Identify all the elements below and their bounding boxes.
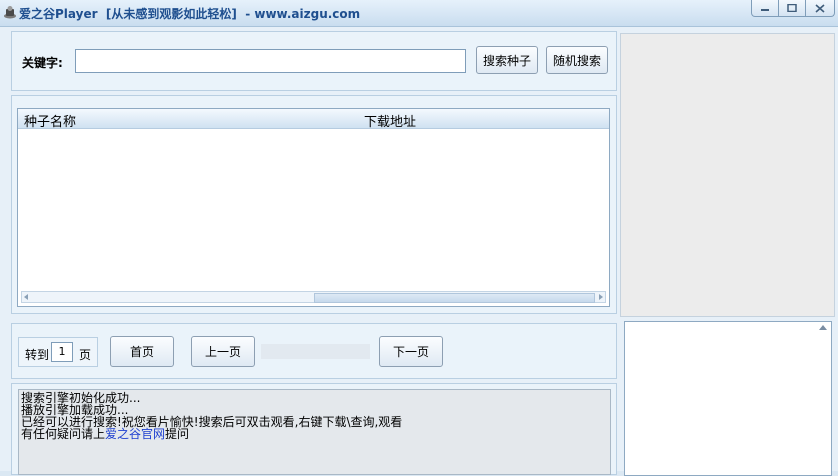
results-header: 种子名称 下载地址 (18, 109, 609, 130)
log-panel: 搜索引擎初始化成功... 播放引擎加载成功... 已经可以进行搜索!祝您看片愉快… (11, 383, 617, 475)
next-page-button[interactable]: 下一页 (379, 336, 443, 367)
close-button[interactable] (805, 0, 835, 17)
log-line-4-prefix: 有任何疑问请上 (21, 427, 106, 441)
log-line-4: 有任何疑问请上爱之谷官网提问 (21, 428, 189, 440)
player-app-icon (4, 6, 16, 19)
maximize-icon (787, 4, 797, 12)
maximize-button[interactable] (778, 0, 806, 17)
minimize-button[interactable] (751, 0, 779, 17)
page-number-input[interactable]: 1 (51, 342, 73, 362)
random-search-button[interactable]: 随机搜索 (546, 46, 608, 74)
info-textbox[interactable] (624, 321, 832, 476)
main-area: 关键字: 搜索种子 随机搜索 种子名称 下载地址 转到 1 页 首页 上一页 下… (0, 27, 838, 476)
close-icon (815, 3, 825, 13)
keyword-label: 关键字: (22, 56, 63, 70)
search-panel: 关键字: 搜索种子 随机搜索 (11, 31, 617, 91)
scroll-left-icon[interactable] (24, 294, 28, 300)
column-download-url[interactable]: 下载地址 (364, 111, 416, 130)
keyword-input[interactable] (75, 49, 466, 73)
minimize-icon (761, 9, 769, 11)
first-page-button[interactable]: 首页 (110, 336, 174, 367)
log-line-4-suffix: 提问 (165, 427, 190, 441)
scrollbar-thumb[interactable] (314, 293, 595, 303)
log-textbox[interactable]: 搜索引擎初始化成功... 播放引擎加载成功... 已经可以进行搜索!祝您看片愉快… (18, 389, 611, 475)
player-preview-area (620, 33, 835, 317)
prev-page-button[interactable]: 上一页 (191, 336, 255, 367)
progress-bar (261, 344, 370, 359)
horizontal-scrollbar[interactable] (21, 291, 606, 303)
results-list[interactable]: 种子名称 下载地址 (17, 108, 610, 307)
column-seed-name[interactable]: 种子名称 (24, 111, 76, 130)
window-title: 爱之谷Player [从未感到观影如此轻松] - www.aizgu.com (19, 7, 361, 21)
search-seed-button[interactable]: 搜索种子 (476, 46, 538, 74)
results-panel: 种子名称 下载地址 (11, 95, 617, 314)
goto-label: 转到 (25, 348, 50, 362)
official-site-link[interactable]: 爱之谷官网 (105, 427, 165, 441)
scroll-right-icon[interactable] (599, 294, 603, 300)
title-bar[interactable]: 爱之谷Player [从未感到观影如此轻松] - www.aizgu.com (0, 0, 838, 27)
page-unit-label: 页 (79, 348, 92, 362)
pagination-panel: 转到 1 页 首页 上一页 下一页 (11, 323, 617, 379)
scroll-up-icon[interactable] (819, 325, 827, 330)
goto-page-group: 转到 1 页 (18, 337, 98, 367)
